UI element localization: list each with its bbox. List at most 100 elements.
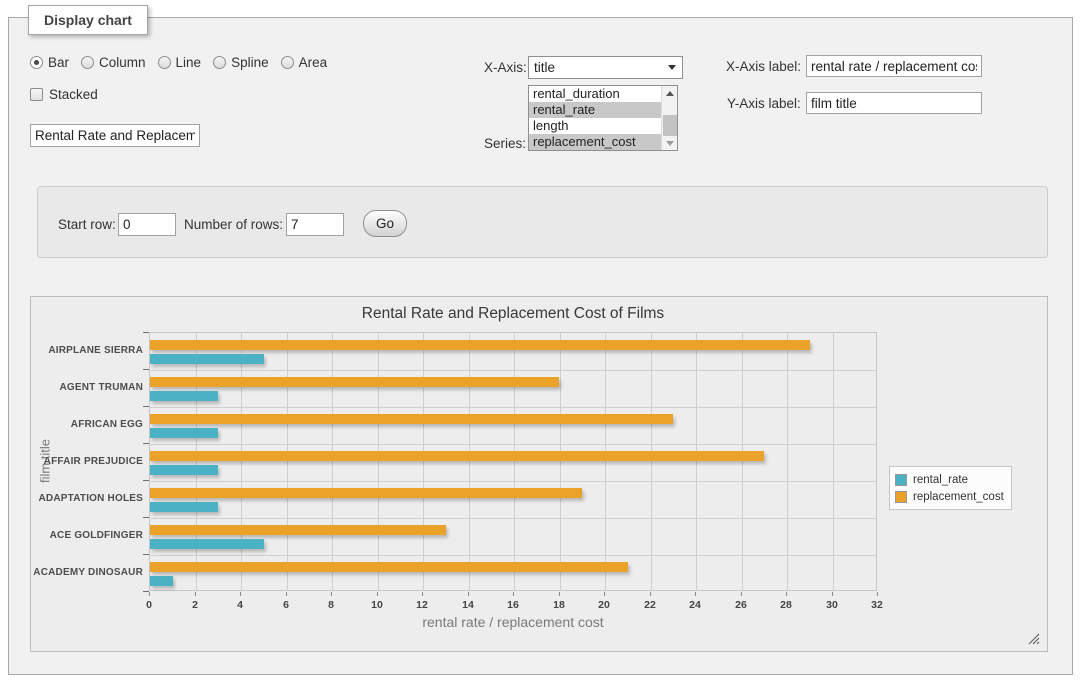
y-axis-label-input[interactable] (806, 92, 982, 114)
radio-label: Bar (48, 55, 69, 70)
gridline-vertical (378, 333, 379, 590)
x-tick-label: 26 (721, 599, 761, 611)
gridline-vertical (651, 333, 652, 590)
radio-circle[interactable] (30, 56, 43, 69)
x-tick-mark (195, 592, 196, 596)
stacked-checkbox[interactable] (30, 88, 43, 101)
x-axis-select[interactable]: title (528, 56, 683, 79)
x-tick-label: 32 (857, 599, 897, 611)
start-row-input[interactable] (118, 213, 176, 236)
series-option-rental_rate[interactable]: rental_rate (529, 102, 661, 118)
category-label: AFFAIR PREJUDICE (33, 443, 143, 480)
gridline-vertical (287, 333, 288, 590)
x-tick-label: 12 (402, 599, 442, 611)
num-rows-label: Number of rows: (184, 217, 283, 232)
legend-swatch-rental_rate (895, 474, 907, 486)
series-label: Series: (484, 136, 526, 151)
bar-replacement_cost (150, 451, 764, 461)
radio-column[interactable]: Column (81, 55, 146, 70)
radio-label: Column (99, 55, 146, 70)
x-tick-label: 4 (220, 599, 260, 611)
series-option-rental_duration[interactable]: rental_duration (529, 86, 661, 102)
x-tick-label: 8 (311, 599, 351, 611)
bar-replacement_cost (150, 488, 582, 498)
series-options: rental_durationrental_ratelengthreplacem… (529, 86, 661, 150)
scroll-down-icon[interactable] (662, 136, 678, 150)
x-tick-mark (286, 592, 287, 596)
category-label: ADAPTATION HOLES (33, 480, 143, 517)
gridline-vertical (196, 333, 197, 590)
legend-row: replacement_cost (895, 488, 1004, 505)
x-axis-selected-value: title (529, 60, 668, 75)
legend-label: replacement_cost (913, 491, 1004, 503)
bar-rental_rate (150, 576, 173, 586)
y-tick-mark (143, 554, 149, 555)
radio-circle[interactable] (281, 56, 294, 69)
x-tick-label: 2 (175, 599, 215, 611)
start-row-label: Start row: (58, 217, 116, 232)
x-tick-mark (513, 592, 514, 596)
fieldset-legend: Display chart (28, 5, 148, 35)
gridline-horizontal (150, 555, 876, 556)
num-rows-input[interactable] (286, 213, 344, 236)
x-tick-mark (650, 592, 651, 596)
x-tick-mark (468, 592, 469, 596)
series-listbox[interactable]: rental_durationrental_ratelengthreplacem… (528, 85, 678, 151)
gridline-vertical (696, 333, 697, 590)
x-tick-label: 18 (539, 599, 579, 611)
radio-circle[interactable] (81, 56, 94, 69)
radio-spline[interactable]: Spline (213, 55, 269, 70)
chart-title-input[interactable] (30, 124, 200, 147)
gridline-vertical (742, 333, 743, 590)
x-tick-mark (559, 592, 560, 596)
radio-circle[interactable] (213, 56, 226, 69)
legend-label: rental_rate (913, 474, 968, 486)
x-axis-label-caption: X-Axis label: (726, 59, 801, 74)
radio-circle[interactable] (158, 56, 171, 69)
x-tick-label: 20 (584, 599, 624, 611)
gridline-vertical (514, 333, 515, 590)
gridline-horizontal (150, 481, 876, 482)
go-button[interactable]: Go (363, 210, 407, 237)
bar-rental_rate (150, 465, 218, 475)
gridline-horizontal (150, 444, 876, 445)
category-label: AFRICAN EGG (33, 406, 143, 443)
legend-swatch-replacement_cost (895, 491, 907, 503)
gridline-vertical (787, 333, 788, 590)
resize-handle[interactable] (1028, 633, 1040, 645)
bar-replacement_cost (150, 377, 559, 387)
radio-line[interactable]: Line (158, 55, 202, 70)
gridline-vertical (469, 333, 470, 590)
x-tick-label: 0 (129, 599, 169, 611)
radio-area[interactable]: Area (281, 55, 328, 70)
radio-bar[interactable]: Bar (30, 55, 69, 70)
x-tick-label: 14 (448, 599, 488, 611)
bar-replacement_cost (150, 414, 673, 424)
stacked-option[interactable]: Stacked (30, 87, 98, 102)
gridline-vertical (605, 333, 606, 590)
plot-area (149, 332, 877, 591)
scrollbar-thumb[interactable] (663, 115, 677, 136)
legend-row: rental_rate (895, 471, 1004, 488)
bar-rental_rate (150, 428, 218, 438)
x-tick-label: 10 (357, 599, 397, 611)
series-scrollbar[interactable] (661, 86, 677, 150)
radio-label: Area (299, 55, 328, 70)
series-option-replacement_cost[interactable]: replacement_cost (529, 134, 661, 150)
category-label: ACADEMY DINOSAUR (33, 554, 143, 591)
series-option-length[interactable]: length (529, 118, 661, 134)
x-axis-label-input[interactable] (806, 55, 982, 77)
x-tick-mark (240, 592, 241, 596)
gridline-horizontal (150, 407, 876, 408)
x-tick-label: 30 (812, 599, 852, 611)
gridline-horizontal (150, 370, 876, 371)
x-tick-mark (149, 592, 150, 596)
x-axis-title: rental rate / replacement cost (149, 614, 877, 630)
radio-label: Spline (231, 55, 269, 70)
scroll-up-icon[interactable] (662, 86, 678, 100)
chart-canvas: Rental Rate and Replacement Cost of Film… (30, 296, 1048, 652)
x-tick-label: 16 (493, 599, 533, 611)
bar-rental_rate (150, 539, 264, 549)
y-tick-mark (143, 332, 149, 333)
row-controls-panel: Start row: Number of rows: Go (37, 186, 1048, 258)
